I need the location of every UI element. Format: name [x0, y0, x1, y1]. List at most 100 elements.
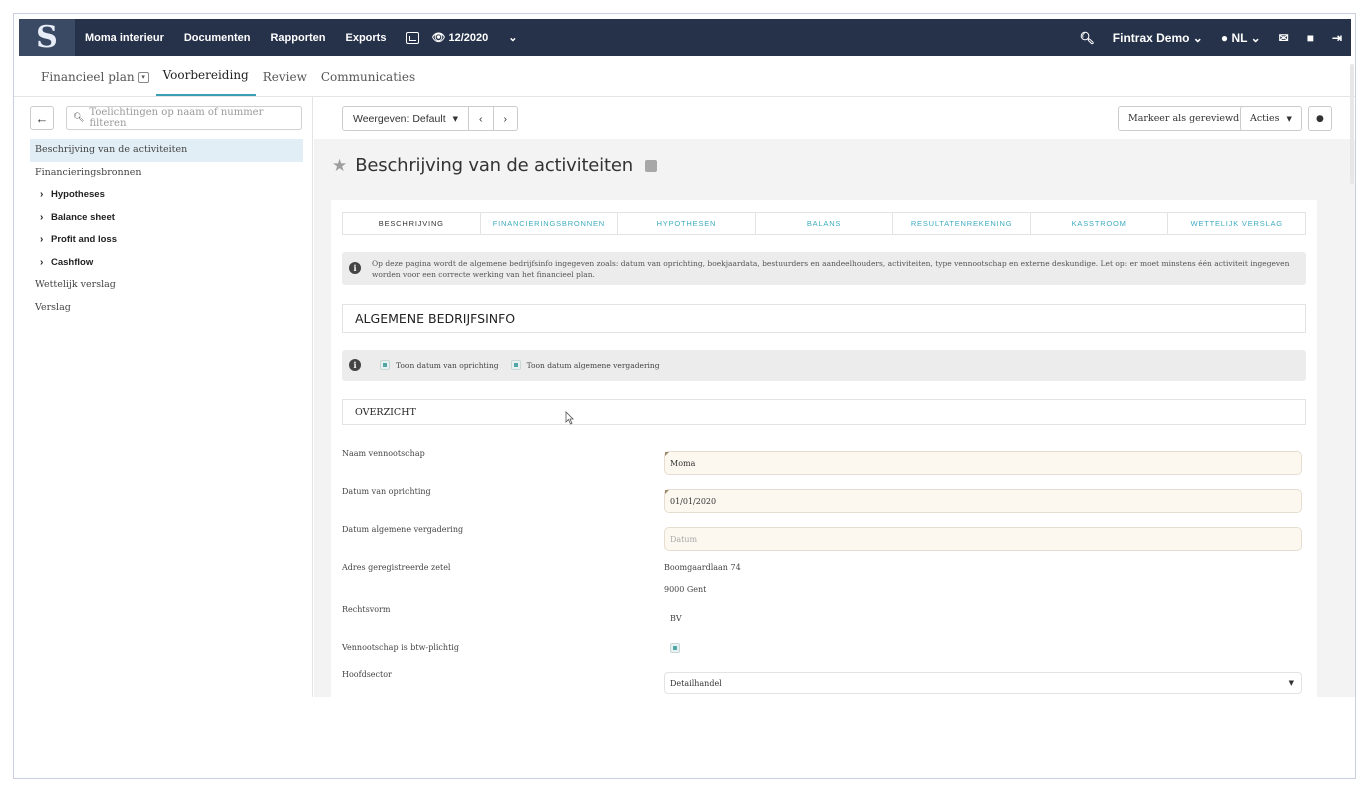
app-window: S Moma interieur Documenten Rapporten Ex… [13, 13, 1356, 779]
meeting-date-field[interactable]: Datum [664, 527, 1302, 551]
prev-button[interactable]: ‹ [469, 107, 494, 130]
period-value: 12/2020 [448, 32, 489, 44]
main-toolbar: Weergeven: Default ▼ ‹ › Markeer als gere… [314, 97, 1355, 139]
nav-documenten[interactable]: Documenten [174, 32, 261, 44]
tab-kasstroom[interactable]: KASSTROOM [1031, 213, 1169, 234]
next-button[interactable]: › [494, 107, 518, 130]
field-value: Moma [670, 458, 696, 468]
chevron-down-icon[interactable]: ⌄ [498, 31, 527, 44]
mouse-cursor-icon [565, 411, 574, 425]
star-icon[interactable]: ★ [332, 156, 347, 176]
sidebar-item-balance-sheet[interactable]: › Balance sheet [30, 207, 303, 230]
display-options: i Toon datum van oprichting Toon datum a… [342, 350, 1306, 381]
required-marker [665, 452, 669, 456]
sidebar-item-beschrijving[interactable]: Beschrijving van de activiteiten [30, 139, 303, 162]
period-selector[interactable]: 👁 12/2020 [431, 31, 498, 44]
caret-down-icon: ▼ [1288, 679, 1294, 687]
view-label: Weergeven: Default [353, 112, 446, 125]
checkbox[interactable] [670, 643, 680, 653]
sidebar-item-hypotheses[interactable]: › Hypotheses [30, 184, 303, 207]
vat-checkbox[interactable] [670, 643, 680, 653]
chevron-right-icon: › [40, 189, 44, 200]
user-name: Fintrax Demo [1112, 30, 1190, 45]
filter-input[interactable]: 🔍︎ Toelichtingen op naam of nummer filte… [66, 106, 302, 130]
mark-reviewed-button[interactable]: Markeer als gereviewd [1118, 106, 1250, 131]
tab-balans[interactable]: BALANS [756, 213, 894, 234]
scrollbar[interactable] [1350, 64, 1354, 184]
search-icon: 🔍︎ [73, 113, 85, 123]
comment-icon[interactable]: ■ [1298, 31, 1323, 45]
app-logo[interactable]: S [19, 19, 75, 56]
chevron-right-icon: › [503, 112, 508, 125]
mail-icon[interactable]: ✉ [1270, 31, 1298, 45]
checkbox[interactable] [380, 360, 390, 370]
tab-financieringsbronnen[interactable]: FINANCIERINGSBRONNEN [481, 213, 619, 234]
vat-label: Vennootschap is btw-plichtig [342, 643, 459, 652]
address-line-1: Boomgaardlaan 74 [664, 563, 741, 572]
user-menu[interactable]: Fintrax Demo ⌄ [1104, 31, 1212, 45]
sector-select[interactable]: Detailhandel ▼ [664, 672, 1302, 694]
filter-placeholder: Toelichtingen op naam of nummer filteren [89, 107, 264, 129]
tab-wettelijk-verslag[interactable]: WETTELIJK VERSLAG [1168, 213, 1305, 234]
checkbox-label: Toon datum algemene vergadering [526, 361, 660, 370]
select-value: Detailhandel [670, 678, 722, 688]
chart-icon[interactable] [406, 31, 420, 44]
tab-label: Financieel plan [41, 70, 135, 84]
field-placeholder: Datum [670, 534, 698, 544]
tab-review[interactable]: Review [256, 70, 314, 96]
view-selector: Weergeven: Default ▼ ‹ › [342, 106, 518, 131]
content-tabs: BESCHRIJVING FINANCIERINGSBRONNEN HYPOTH… [342, 212, 1306, 235]
language-menu[interactable]: ● NL ⌄ [1212, 31, 1270, 45]
sidebar-item-financieringsbronnen[interactable]: Financieringsbronnen [30, 162, 303, 185]
required-marker [665, 490, 669, 494]
info-icon: i [349, 262, 361, 274]
checkbox[interactable] [510, 360, 521, 370]
info-text: Op deze pagina wordt de algemene bedrijf… [372, 259, 1290, 279]
founding-date-label: Datum van oprichting [342, 487, 431, 496]
tab-resultatenrekening[interactable]: RESULTATENREKENING [893, 213, 1031, 234]
sidebar-item-profit-and-loss[interactable]: › Profit and loss [30, 229, 303, 252]
legal-form-label: Rechtsvorm [342, 605, 391, 614]
actions-button[interactable]: Acties ▼ [1240, 106, 1302, 131]
checkbox-founding-date[interactable]: Toon datum van oprichting [380, 360, 499, 370]
tab-communicaties[interactable]: Communicaties [314, 70, 422, 96]
caret-down-icon: ▼ [1286, 114, 1292, 123]
view-dropdown[interactable]: Weergeven: Default ▼ [343, 107, 469, 130]
info-banner: i Op deze pagina wordt de algemene bedri… [342, 252, 1306, 285]
sidebar-item-verslag[interactable]: Verslag [30, 297, 303, 320]
logout-icon[interactable]: ⇥ [1323, 31, 1351, 45]
sidebar-item-cashflow[interactable]: › Cashflow [30, 252, 303, 275]
nav-rapporten[interactable]: Rapporten [260, 32, 335, 44]
checkbox-meeting-date[interactable]: Toon datum algemene vergadering [510, 360, 660, 370]
company-name[interactable]: Moma interieur [75, 32, 174, 44]
eye-icon: 👁 [431, 32, 446, 44]
sector-label: Hoofdsector [342, 670, 392, 679]
checkbox-label: Toon datum van oprichting [396, 361, 499, 370]
dropdown-icon[interactable]: ▾ [137, 72, 149, 83]
sidebar-item-label: Profit and loss [51, 234, 117, 245]
top-bar: S Moma interieur Documenten Rapporten Ex… [19, 19, 1351, 56]
tab-hypothesen[interactable]: HYPOTHESEN [618, 213, 756, 234]
search-icon[interactable]: 🔍︎ [1071, 31, 1104, 45]
note-icon[interactable] [644, 159, 657, 172]
address-line-2: 9000 Gent [664, 585, 707, 594]
sidebar-item-wettelijk-verslag[interactable]: Wettelijk verslag [30, 274, 303, 297]
comments-button[interactable]: ● [1308, 106, 1332, 131]
nav-exports[interactable]: Exports [335, 32, 396, 44]
meeting-date-label: Datum algemene vergadering [342, 525, 464, 534]
info-icon: i [349, 359, 361, 371]
company-name-field[interactable]: Moma [664, 451, 1302, 475]
content-card: BESCHRIJVING FINANCIERINGSBRONNEN HYPOTH… [331, 200, 1317, 700]
tab-financieel-plan[interactable]: Financieel plan ▾ [34, 70, 156, 96]
founding-date-field[interactable]: 01/01/2020 [664, 489, 1302, 513]
back-button[interactable]: ← [30, 106, 54, 130]
globe-icon: ● [1220, 30, 1229, 45]
chevron-right-icon: › [40, 211, 44, 223]
tab-beschrijving[interactable]: BESCHRIJVING [343, 213, 481, 234]
overview-title: OVERZICHT [342, 399, 1306, 425]
chevron-right-icon: › [40, 256, 44, 268]
tab-voorbereiding[interactable]: Voorbereiding [155, 68, 256, 96]
chevron-left-icon: ‹ [479, 112, 483, 125]
field-value: 01/01/2020 [670, 496, 717, 506]
sidebar: ← 🔍︎ Toelichtingen op naam of nummer fil… [14, 97, 313, 697]
